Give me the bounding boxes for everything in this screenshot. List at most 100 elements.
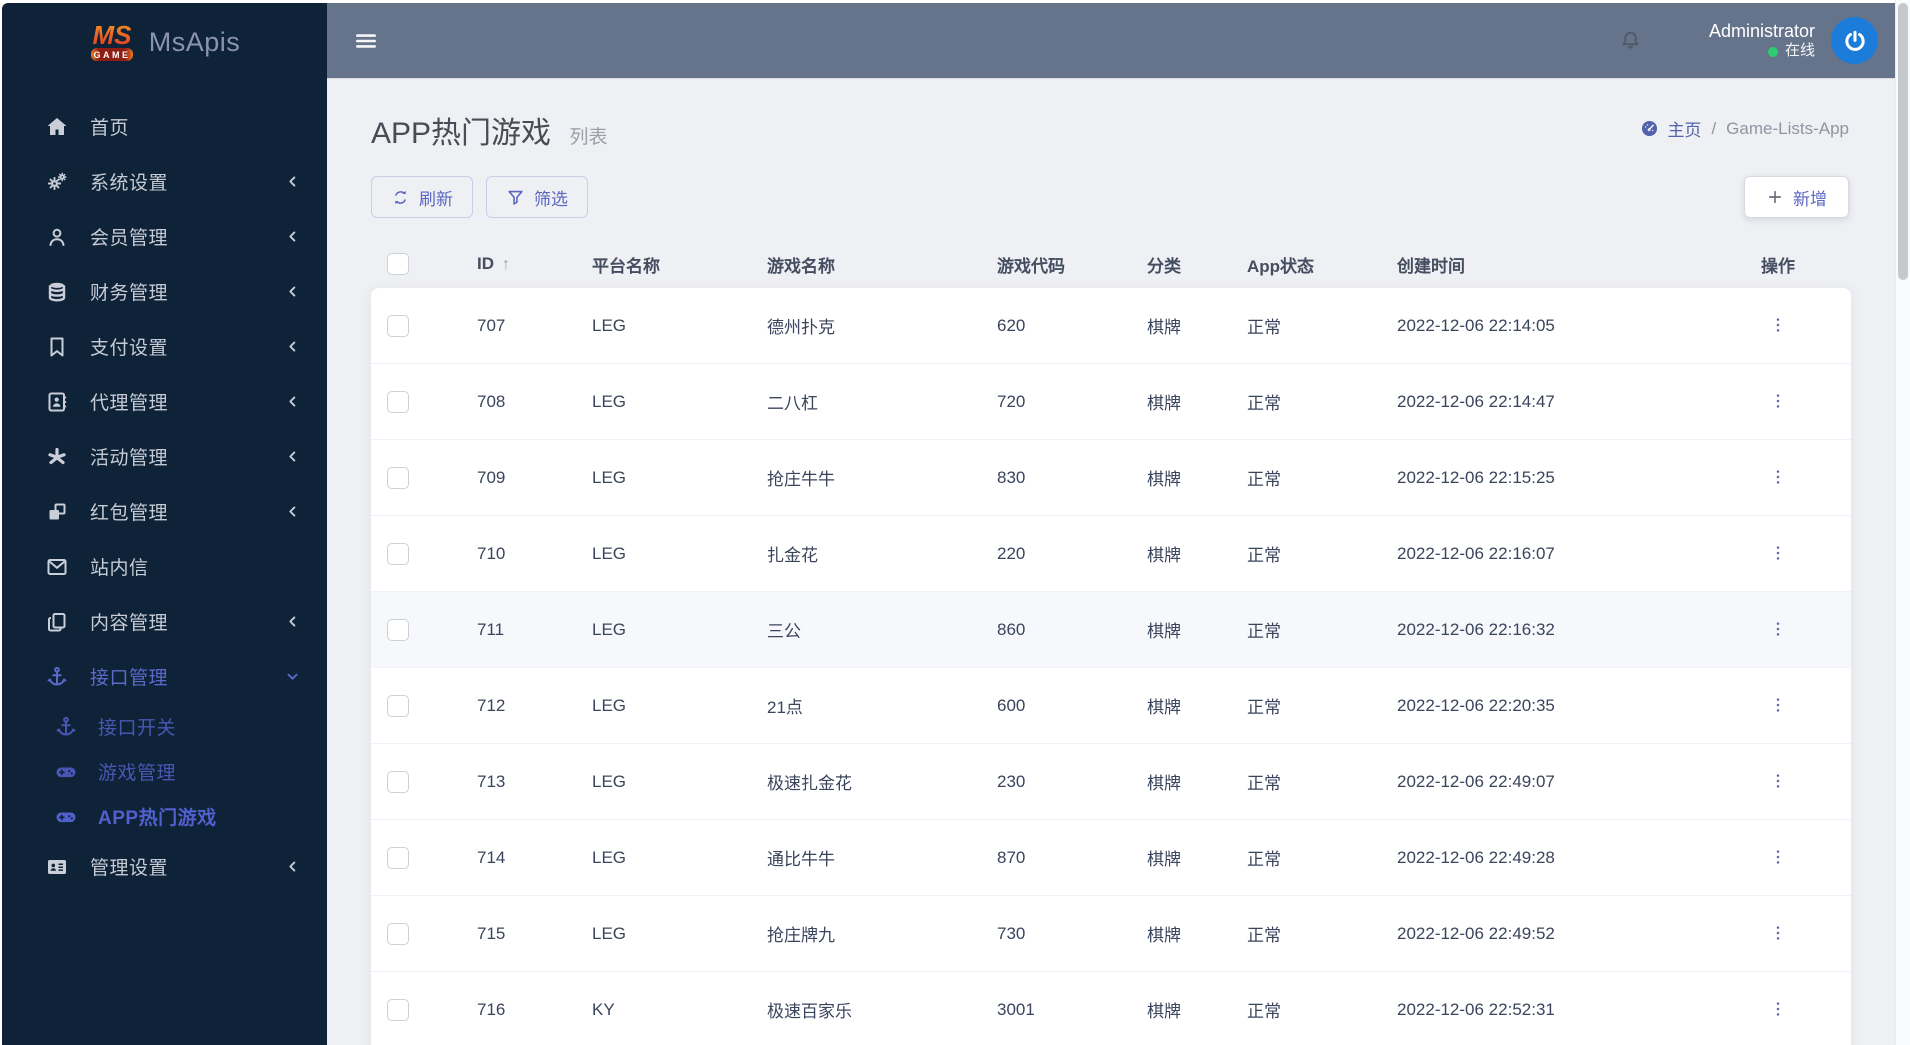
notifications-bell-icon[interactable] xyxy=(1618,28,1643,53)
row-checkbox-cell xyxy=(371,667,461,744)
add-button[interactable]: 新增 xyxy=(1744,176,1849,218)
cell-name: 极速百家乐 xyxy=(751,971,981,1045)
bookmark-icon xyxy=(44,335,70,359)
sidebar-item-app-hot-games[interactable]: APP热门游戏 xyxy=(2,794,327,839)
row-actions-button[interactable] xyxy=(1764,843,1792,871)
row-checkbox[interactable] xyxy=(387,542,409,565)
scrollbar-thumb[interactable] xyxy=(1898,3,1908,280)
gamepad-icon xyxy=(54,805,78,829)
row-checkbox[interactable] xyxy=(387,314,409,337)
row-actions-button[interactable] xyxy=(1764,463,1792,491)
sidebar-item-site-message[interactable]: 站内信 xyxy=(2,539,327,594)
avatar[interactable] xyxy=(1831,17,1878,64)
cell-code: 620 xyxy=(981,288,1131,364)
cell-platform: LEG xyxy=(576,515,751,592)
sidebar-item-home[interactable]: 首页 xyxy=(2,99,327,154)
row-actions-button[interactable] xyxy=(1764,615,1792,643)
power-icon xyxy=(1841,27,1869,55)
sidebar-item-game-management[interactable]: 游戏管理 xyxy=(2,749,327,794)
cell-platform: KY xyxy=(576,971,751,1045)
online-status-label: 在线 xyxy=(1784,42,1815,60)
column-header[interactable]: 分类 xyxy=(1131,240,1231,288)
row-actions-button[interactable] xyxy=(1764,767,1792,795)
column-header[interactable]: ID ↑ xyxy=(461,240,576,288)
column-header-label: 操作 xyxy=(1761,256,1795,276)
row-actions-button[interactable] xyxy=(1764,919,1792,947)
sidebar-item-system-settings[interactable]: 系统设置 xyxy=(2,154,327,209)
row-actions-button[interactable] xyxy=(1764,311,1792,339)
column-header[interactable]: 游戏名称 xyxy=(751,240,981,288)
column-header-label: 分类 xyxy=(1147,256,1181,276)
cell-code: 230 xyxy=(981,743,1131,820)
column-header[interactable]: 操作 xyxy=(1689,240,1851,288)
cell-actions xyxy=(1689,288,1851,364)
column-header[interactable]: 平台名称 xyxy=(576,240,751,288)
row-checkbox[interactable] xyxy=(387,770,409,793)
cell-created: 2022-12-06 22:14:05 xyxy=(1381,288,1689,364)
brand[interactable]: MS GAME MsApis xyxy=(2,3,327,81)
home-icon xyxy=(44,115,70,139)
row-actions-button[interactable] xyxy=(1764,995,1792,1023)
sidebar-item-finance-management[interactable]: 财务管理 xyxy=(2,264,327,319)
cell-code: 220 xyxy=(981,515,1131,592)
row-checkbox[interactable] xyxy=(387,694,409,717)
column-header[interactable]: 创建时间 xyxy=(1381,240,1689,288)
database-icon xyxy=(44,280,70,304)
sidebar-item-activity-management[interactable]: 活动管理 xyxy=(2,429,327,484)
column-header-label: 平台名称 xyxy=(592,256,660,276)
user-status: 在线 xyxy=(1709,42,1815,61)
cell-created: 2022-12-06 22:16:07 xyxy=(1381,515,1689,592)
row-checkbox[interactable] xyxy=(387,390,409,413)
cell-name: 21点 xyxy=(751,667,981,744)
cell-code: 720 xyxy=(981,363,1131,440)
sidebar-item-label: 活动管理 xyxy=(90,448,169,469)
row-actions-button[interactable] xyxy=(1764,387,1792,415)
table-row: 713 LEG 极速扎金花 230 棋牌 正常 2022-12-06 22:49:07 xyxy=(371,743,1851,820)
app-window: MS GAME MsApis 首页 系统设置 会员管理 财务管理 支付设置 代理管理活动管… xyxy=(2,0,1910,1045)
sort-asc-icon[interactable]: ↑ xyxy=(502,256,510,273)
svg-text:GAME: GAME xyxy=(93,50,130,60)
sidebar-item-redpacket-management[interactable]: 红包管理 xyxy=(2,484,327,539)
column-header-label: ID xyxy=(477,254,494,273)
main-area: Administrator 在线 APP热门游戏 列表 主页 / Game-Li… xyxy=(327,3,1896,1045)
row-checkbox[interactable] xyxy=(387,922,409,945)
cell-id: 708 xyxy=(461,363,576,440)
select-all-checkbox[interactable] xyxy=(387,253,409,275)
sidebar-item-member-management[interactable]: 会员管理 xyxy=(2,209,327,264)
scrollbar[interactable] xyxy=(1895,0,1910,1045)
table-row: 716 KY 极速百家乐 3001 棋牌 正常 2022-12-06 22:52:31 xyxy=(371,971,1851,1045)
svg-text:MS: MS xyxy=(92,20,132,50)
row-actions-button[interactable] xyxy=(1764,691,1792,719)
cell-category: 棋牌 xyxy=(1131,971,1231,1045)
sidebar-toggle-button[interactable] xyxy=(349,24,383,58)
user-icon xyxy=(44,225,70,249)
burst-icon xyxy=(44,445,70,469)
cell-created: 2022-12-06 22:14:47 xyxy=(1381,363,1689,440)
cell-category: 棋牌 xyxy=(1131,895,1231,972)
sidebar-item-label: 内容管理 xyxy=(90,613,169,634)
cell-category: 棋牌 xyxy=(1131,439,1231,516)
sidebar-item-content-management[interactable]: 内容管理 xyxy=(2,594,327,649)
cell-actions xyxy=(1689,667,1851,744)
row-checkbox[interactable] xyxy=(387,466,409,489)
row-checkbox[interactable] xyxy=(387,846,409,869)
breadcrumb-home-link[interactable]: 主页 xyxy=(1640,116,1701,141)
refresh-button[interactable]: 刷新 xyxy=(371,176,473,218)
envelope-icon xyxy=(44,555,70,579)
row-checkbox[interactable] xyxy=(387,998,409,1021)
sidebar-item-agent-management[interactable]: 代理管理 xyxy=(2,374,327,429)
cell-name: 三公 xyxy=(751,591,981,668)
sidebar-item-admin-settings[interactable]: 管理设置 xyxy=(2,839,327,894)
row-checkbox[interactable] xyxy=(387,618,409,641)
row-actions-button[interactable] xyxy=(1764,539,1792,567)
sidebar-item-payment-settings[interactable]: 支付设置 xyxy=(2,319,327,374)
cell-status: 正常 xyxy=(1231,971,1381,1045)
sidebar-item-api-management[interactable]: 接口管理 xyxy=(2,649,327,704)
sidebar-submenu: 接口开关 游戏管理 APP热门游戏 xyxy=(2,704,327,839)
column-header[interactable]: 游戏代码 xyxy=(981,240,1131,288)
column-header[interactable]: App状态 xyxy=(1231,240,1381,288)
filter-button[interactable]: 筛选 xyxy=(486,176,588,218)
anchor-icon xyxy=(44,665,70,689)
chevron-left-icon xyxy=(279,394,305,409)
sidebar-item-api-switch[interactable]: 接口开关 xyxy=(2,704,327,749)
